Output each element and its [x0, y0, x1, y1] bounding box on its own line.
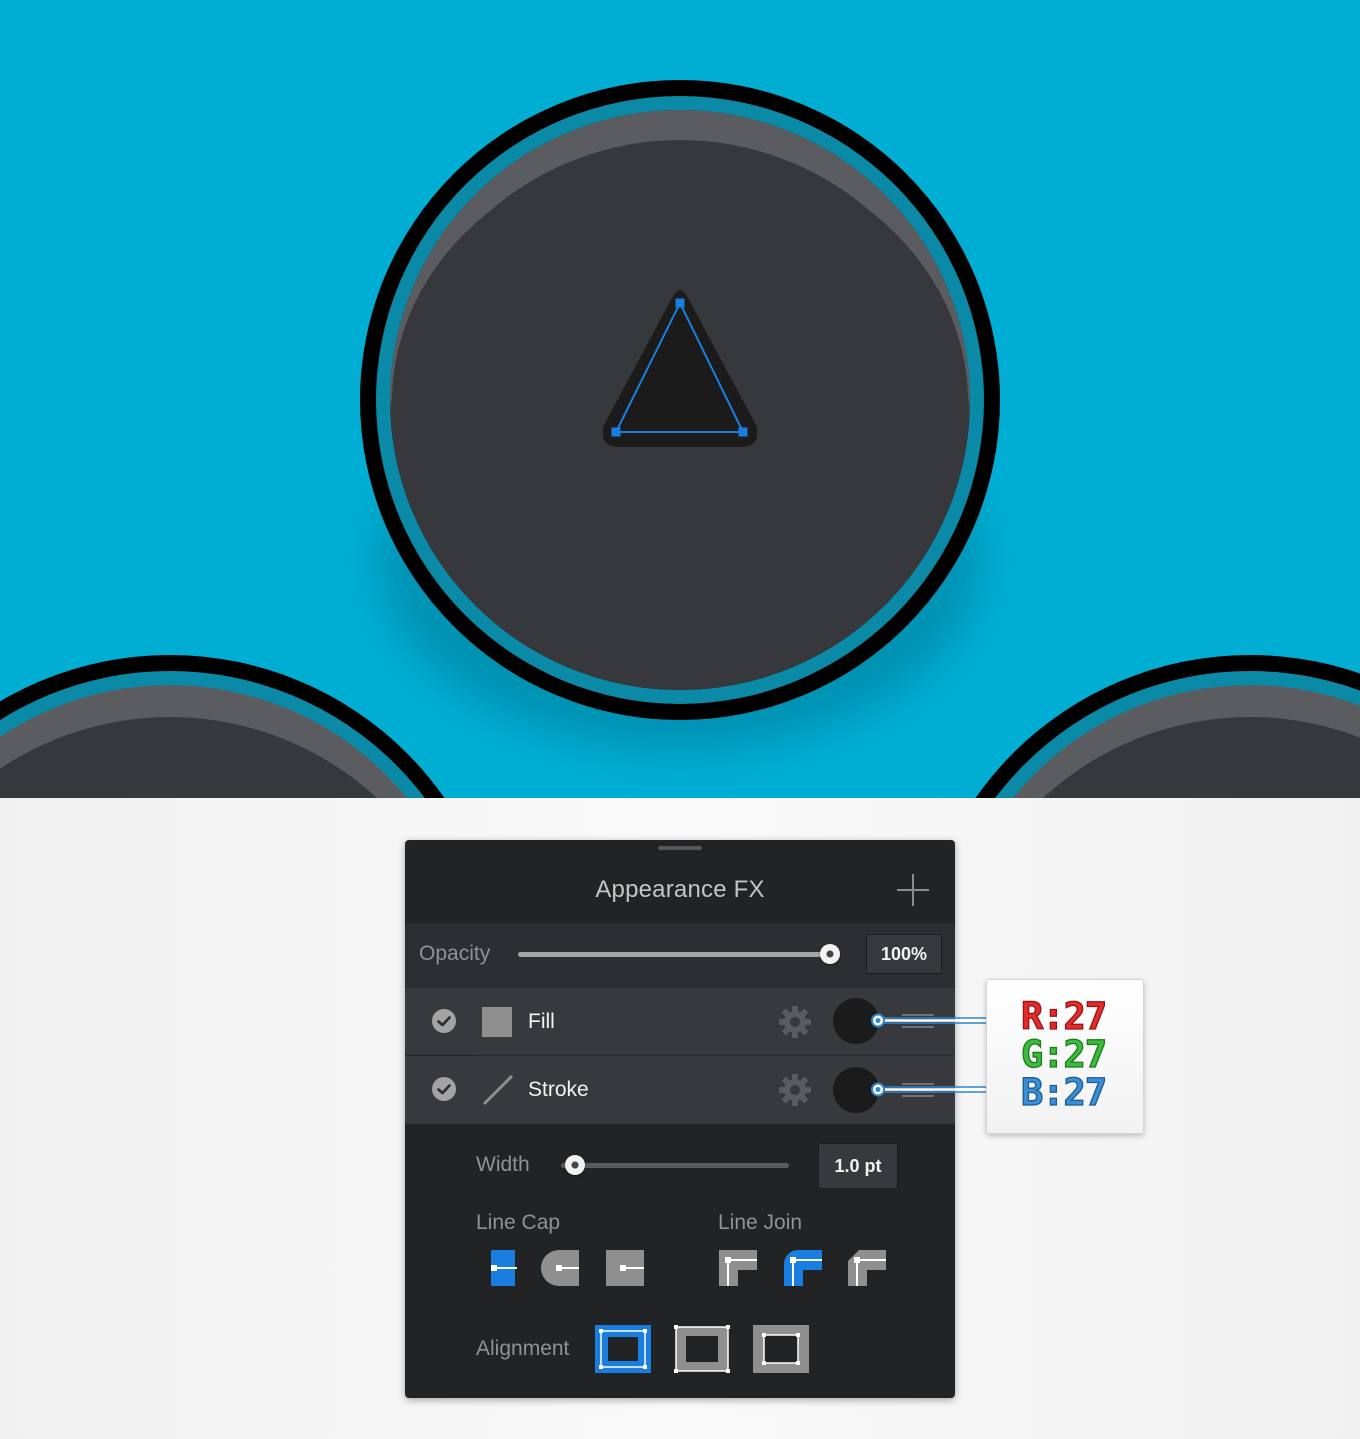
panel-grabber[interactable] — [658, 846, 702, 850]
width-slider-track[interactable] — [561, 1163, 789, 1168]
blue-value: B:27 — [1020, 1071, 1107, 1114]
line-join-label: Line Join — [718, 1211, 803, 1234]
panel-title: Appearance FX — [595, 876, 765, 903]
appearance-panel: Appearance FX Opacity 100% Fill Stroke W… — [405, 840, 955, 1398]
round-cap-icon[interactable] — [541, 1250, 581, 1286]
opacity-label: Opacity — [419, 942, 491, 965]
projecting-cap-icon[interactable] — [605, 1250, 645, 1286]
opacity-row: Opacity 100% — [405, 923, 955, 988]
red-value: R:27 — [1020, 995, 1107, 1038]
partial-button-right — [945, 655, 1360, 798]
gear-icon[interactable] — [778, 1005, 812, 1039]
rgb-callout: R:27 G:27 B:27 — [986, 979, 1144, 1134]
bevel-join-icon[interactable] — [847, 1250, 887, 1286]
round-join-icon[interactable] — [783, 1250, 823, 1286]
callout-connectors — [871, 1013, 986, 1097]
stroke-line-icon — [482, 1074, 514, 1106]
checkmark-icon[interactable] — [432, 1077, 456, 1101]
opacity-value-field[interactable]: 100% — [866, 934, 942, 974]
gear-icon[interactable] — [778, 1073, 812, 1107]
line-cap-label: Line Cap — [476, 1211, 561, 1234]
alignment-label: Alignment — [476, 1337, 570, 1360]
miter-join-icon[interactable] — [718, 1250, 758, 1286]
fill-square-icon — [482, 1007, 512, 1037]
anchor-point — [675, 298, 685, 308]
align-center-icon[interactable] — [674, 1325, 730, 1373]
width-value-field[interactable]: 1.0 pt — [818, 1143, 898, 1189]
opacity-slider-knob[interactable] — [820, 944, 840, 964]
anchor-point — [611, 427, 621, 437]
align-outside-icon[interactable] — [753, 1325, 809, 1373]
opacity-slider-track[interactable] — [518, 952, 830, 957]
width-slider-knob[interactable] — [565, 1155, 585, 1175]
button-illustration — [0, 80, 1360, 798]
checkmark-icon[interactable] — [432, 1009, 456, 1033]
green-value: G:27 — [1020, 1033, 1107, 1076]
anchor-point — [738, 427, 748, 437]
partial-button-left — [0, 655, 475, 798]
width-label: Width — [476, 1153, 530, 1176]
design-canvas[interactable] — [0, 0, 1360, 798]
fill-label: Fill — [528, 1010, 555, 1033]
butt-cap-icon[interactable] — [487, 1250, 519, 1286]
align-inside-icon[interactable] — [595, 1325, 651, 1373]
stroke-label: Stroke — [528, 1078, 589, 1101]
plus-icon[interactable] — [897, 874, 929, 906]
